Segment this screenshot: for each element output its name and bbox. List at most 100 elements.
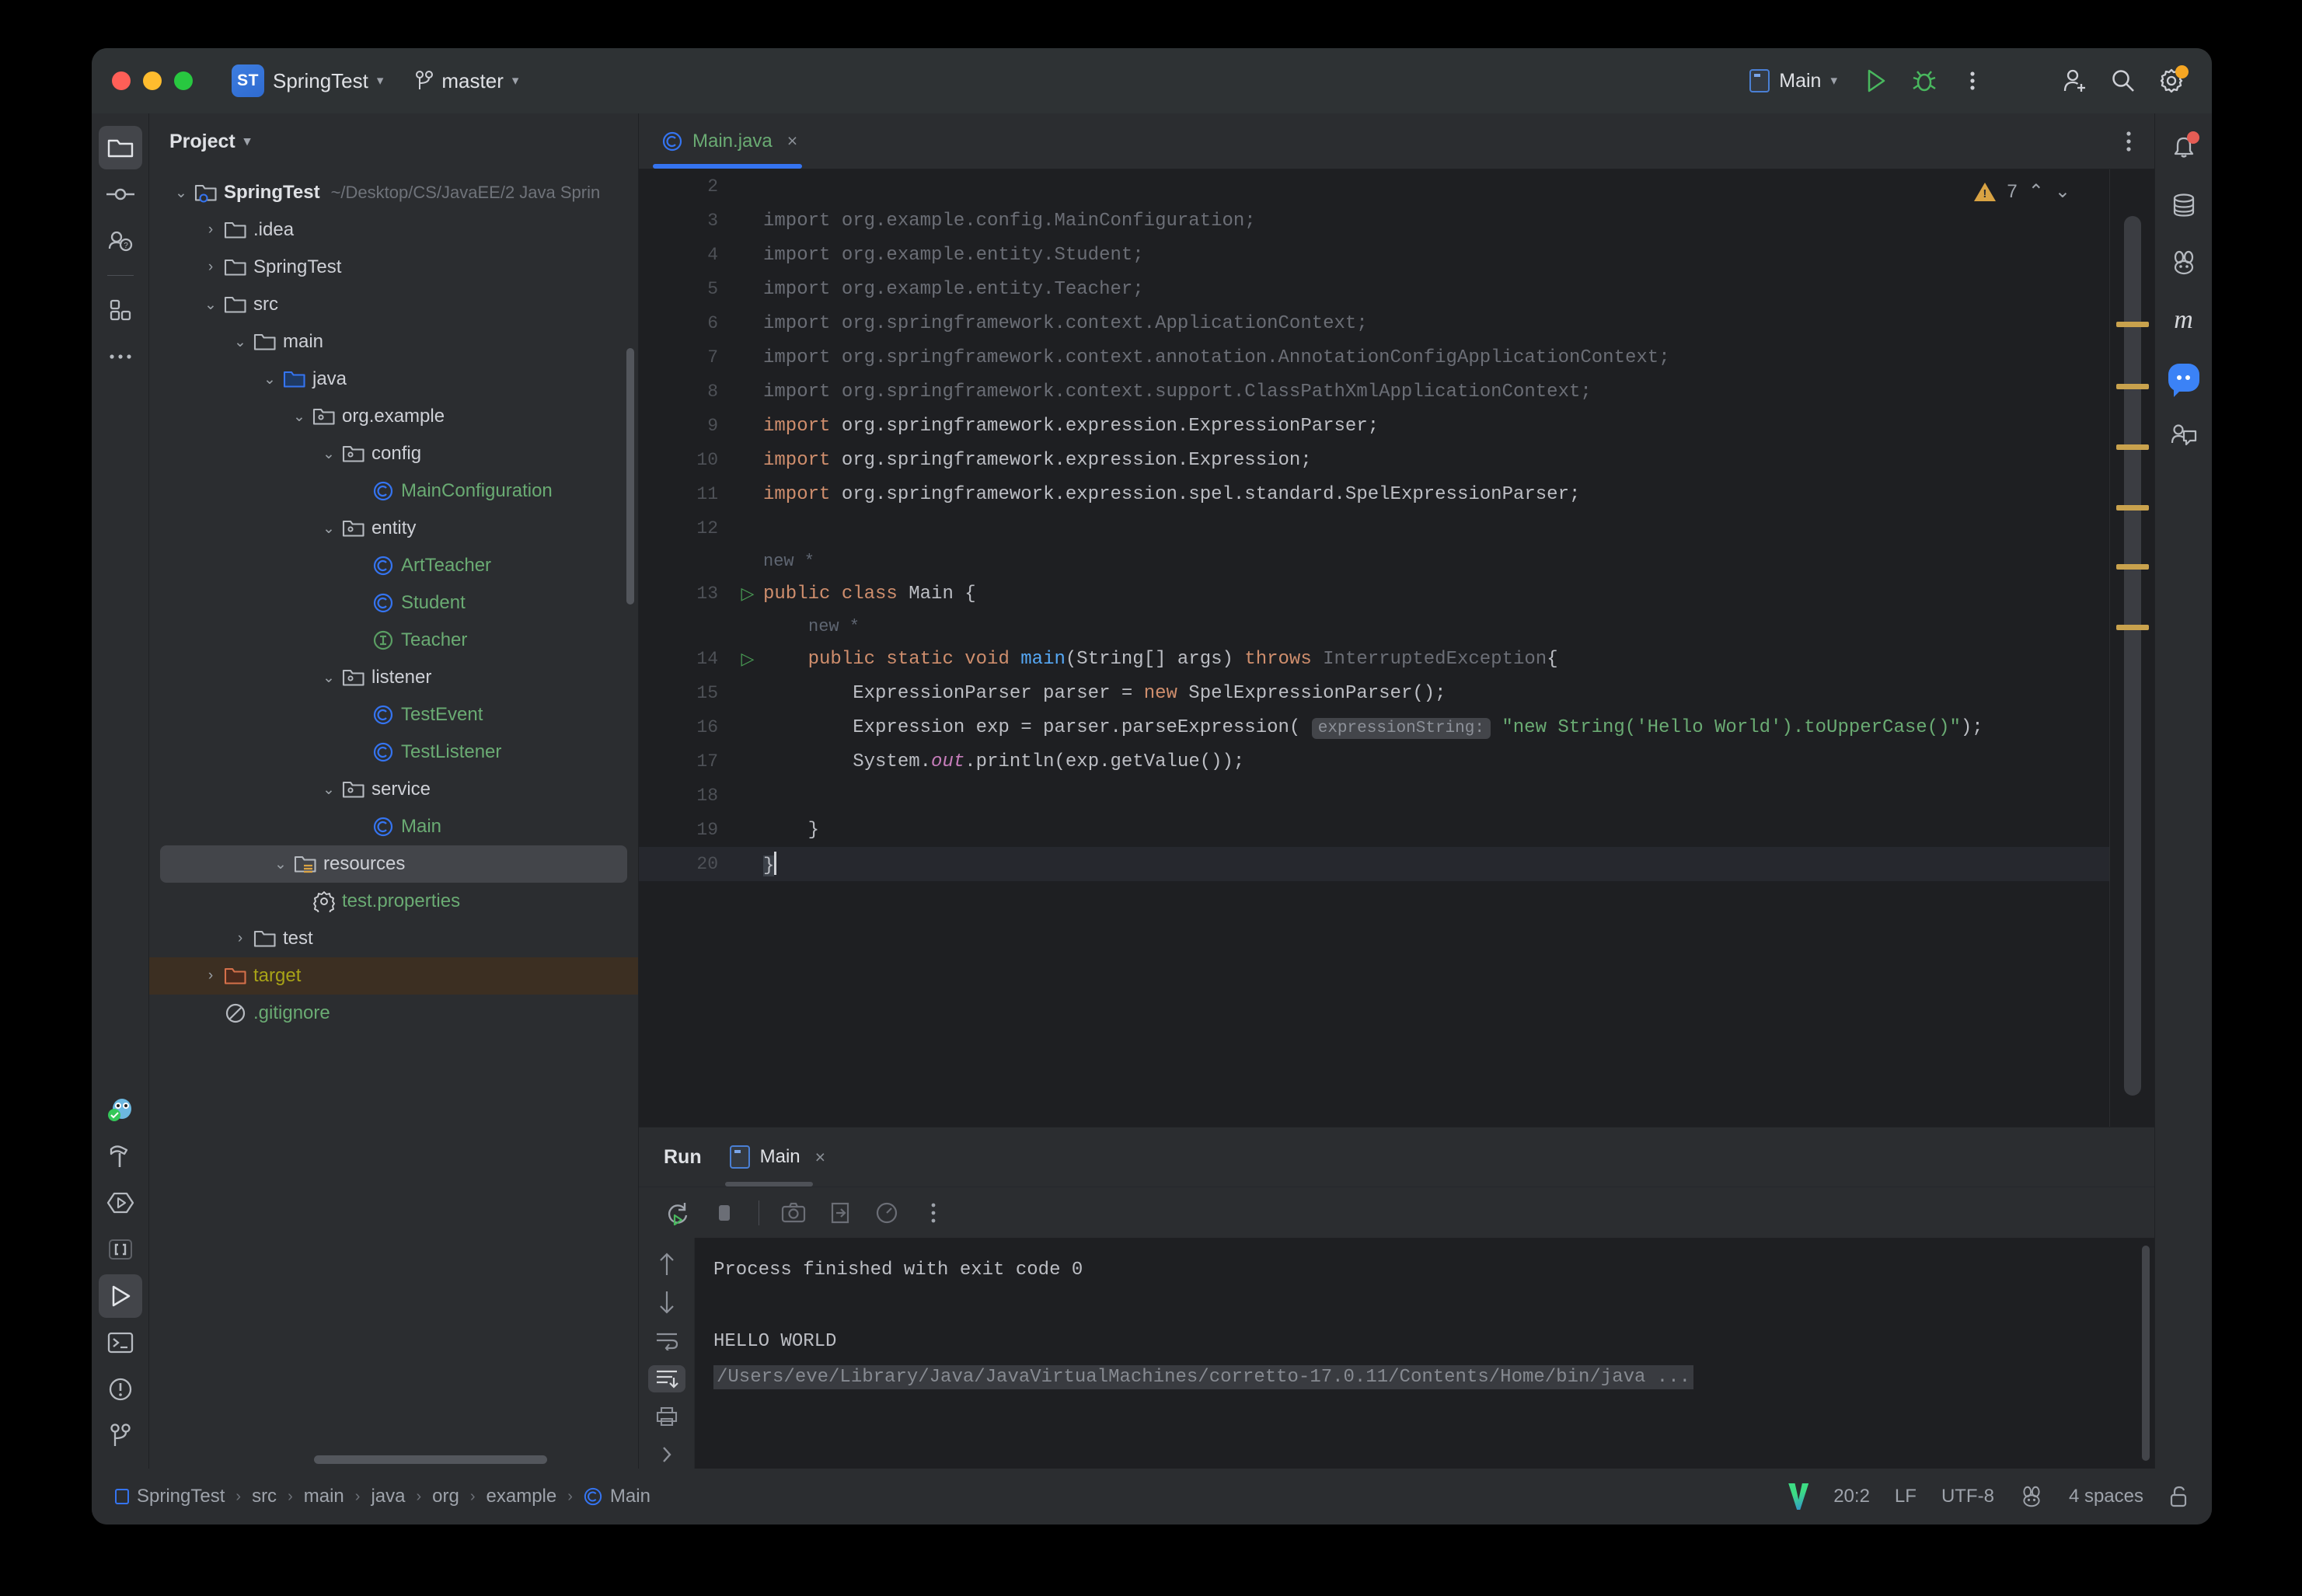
tree-node-org-example[interactable]: ⌄ org.example [149,398,638,435]
sidebar-item-services[interactable] [99,1181,142,1225]
indent-label[interactable]: 4 spaces [2069,1486,2143,1507]
breadcrumb-item[interactable]: main [304,1486,344,1507]
sidebar-item-terminal[interactable] [99,1321,142,1364]
add-account-button[interactable] [2055,61,2095,101]
chevron-down-icon[interactable]: ⌄ [317,669,340,687]
tree-node-config[interactable]: ⌄ config [149,435,638,472]
stop-button[interactable] [706,1194,743,1232]
tree-node-test-properties[interactable]: test.properties [149,883,638,920]
chevron-right-icon[interactable]: › [199,967,222,984]
tree-node--gitignore[interactable]: .gitignore [149,995,638,1032]
code-line[interactable]: 15 ExpressionParser parser = new SpelExp… [639,676,2109,710]
code-line[interactable]: 14 ▷ public static void main(String[] arg… [639,642,2109,676]
warning-marker[interactable] [2116,322,2149,327]
print-button[interactable] [648,1403,685,1430]
run-tab-main[interactable]: Main × [724,1127,830,1187]
sidebar-item-code-with-me[interactable] [2162,413,2206,457]
next-problem-icon[interactable]: ⌄ [2055,180,2070,203]
maximize-window-button[interactable] [174,71,193,90]
tab-main-java[interactable]: Main.java × [639,113,816,169]
code-line[interactable]: 13 ▷ public class Main { [639,577,2109,611]
chevron-down-icon[interactable]: ⌄ [288,408,311,426]
tree-node-java[interactable]: ⌄ java [149,361,638,398]
sidebar-item-commit[interactable] [99,172,142,216]
warning-marker[interactable] [2116,625,2149,630]
code-line[interactable]: 5 import org.example.entity.Teacher; [639,272,2109,306]
chevron-down-icon[interactable]: ⌄ [317,445,340,463]
tree-node-testlistener[interactable]: TestListener [149,734,638,771]
tree-node-test[interactable]: › test [149,920,638,957]
code-line[interactable]: 4 import org.example.entity.Student; [639,238,2109,272]
tree-node-main[interactable]: Main [149,808,638,845]
chevron-down-icon[interactable]: ⌄ [317,520,340,538]
code-line[interactable]: 9 import org.springframework.expression.E… [639,409,2109,443]
tree-node-springtest[interactable]: ⌄ SpringTest ~/Desktop/CS/JavaEE/2 Java Sp… [149,174,638,211]
run-configuration-selector[interactable]: Main ▾ [1739,64,1848,98]
project-panel-header[interactable]: Project ▾ [149,113,638,169]
rerun-button[interactable] [659,1194,696,1232]
tree-node-listener[interactable]: ⌄ listener [149,659,638,696]
console-scrollbar[interactable] [2142,1246,2150,1461]
sidebar-item-more[interactable] [99,335,142,378]
unlocked-icon[interactable] [2168,1485,2189,1508]
project-tree-hscrollbar[interactable] [314,1455,547,1464]
code-line[interactable]: 20} [639,847,2109,881]
caret-position-label[interactable]: 20:2 [1833,1486,1870,1507]
tree-node-teacher[interactable]: Teacher [149,622,638,659]
sidebar-item-bookmarks[interactable] [99,1228,142,1271]
chevron-down-icon[interactable]: ⌄ [269,855,292,873]
sidebar-item-notifications[interactable] [2162,126,2206,169]
tree-node--idea[interactable]: › .idea [149,211,638,249]
tree-node-service[interactable]: ⌄ service [149,771,638,808]
export-button[interactable] [821,1194,859,1232]
warning-marker[interactable] [2116,384,2149,389]
warning-marker[interactable] [2116,444,2149,450]
code-line[interactable]: 18 [639,779,2109,813]
chevron-down-icon[interactable]: ⌄ [169,184,193,202]
profiler-button[interactable] [868,1194,905,1232]
project-tree-vscrollbar[interactable] [626,348,634,605]
line-separator-label[interactable]: LF [1895,1486,1917,1507]
code-line[interactable]: 19 } [639,813,2109,847]
close-window-button[interactable] [112,71,131,90]
prev-problem-icon[interactable]: ⌃ [2028,180,2044,203]
sidebar-item-run[interactable] [98,1274,142,1318]
debug-button[interactable] [1904,61,1944,101]
code-line[interactable]: 2 [639,169,2109,204]
window-controls[interactable] [112,71,193,90]
branch-selector[interactable]: master ▾ [408,64,526,98]
gutter-run-icon[interactable]: ▷ [732,584,763,604]
sidebar-item-ai-assistant[interactable] [99,1088,142,1131]
tree-node-target[interactable]: › target [149,957,638,995]
sidebar-item-project[interactable] [98,126,142,169]
breadcrumb-item[interactable]: example [487,1486,557,1507]
code-line[interactable]: 12 [639,511,2109,545]
breadcrumb[interactable]: SpringTest › src › main › java › org › example › Mai… [115,1486,650,1507]
editor-marker-column[interactable] [2109,169,2154,1127]
inspection-widget[interactable]: 7 ⌃ ⌄ [1974,180,2070,203]
more-options-button[interactable] [1952,61,1993,101]
code-editor[interactable]: 2 3 import org.example.config.MainConfigur… [639,169,2109,1127]
tree-node-entity[interactable]: ⌄ entity [149,510,638,547]
project-selector[interactable]: ST SpringTest ▾ [224,60,391,102]
encoding-label[interactable]: UTF-8 [1941,1486,1994,1507]
breadcrumb-item[interactable]: Main [584,1486,650,1507]
expand-console-button[interactable] [648,1441,685,1469]
sidebar-item-build[interactable] [99,1134,142,1178]
gutter-run-icon[interactable]: ▷ [732,649,763,669]
code-line[interactable]: 17 System.out.println(exp.getValue()); [639,744,2109,779]
code-line[interactable]: 8 import org.springframework.context.supp… [639,375,2109,409]
scroll-down-button[interactable] [648,1288,685,1315]
settings-button[interactable] [2151,61,2192,101]
bunny-icon[interactable] [2019,1486,2044,1507]
breadcrumb-item[interactable]: java [371,1486,405,1507]
sidebar-item-database[interactable] [2162,183,2206,227]
sidebar-item-problems[interactable] [99,1368,142,1411]
sidebar-item-version-control[interactable] [99,1414,142,1458]
breadcrumb-item[interactable]: org [432,1486,459,1507]
screenshot-button[interactable] [775,1194,812,1232]
close-icon[interactable]: × [815,1147,825,1168]
tree-node-springtest[interactable]: › SpringTest [149,249,638,286]
chevron-down-icon[interactable]: ⌄ [199,296,222,314]
warning-marker[interactable] [2116,564,2149,570]
